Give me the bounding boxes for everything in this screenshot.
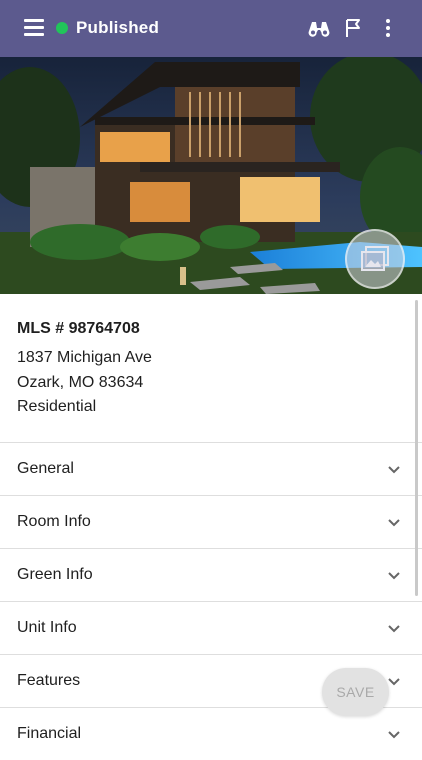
published-status-dot [56,22,68,34]
section-label: General [17,460,74,477]
chevron-down-icon [388,466,400,474]
property-type: Residential [17,398,97,415]
section-unit-info[interactable]: Unit Info [0,601,422,654]
save-button[interactable]: SAVE [322,668,389,716]
chevron-down-icon [388,572,400,580]
section-label: Green Info [17,566,93,583]
chevron-down-icon [388,519,400,527]
section-general[interactable]: General [0,442,422,495]
scrollbar[interactable] [415,300,418,596]
listing-summary: MLS # 98764708 1837 Michigan Ave Ozark, … [17,320,152,420]
chevron-down-icon [388,625,400,633]
binoculars-icon[interactable] [307,16,331,40]
gallery-button[interactable] [345,229,405,289]
chevron-down-icon [388,731,400,739]
more-vert-icon[interactable] [376,16,400,40]
section-label: Room Info [17,513,91,530]
city-state-zip: Ozark, MO 83634 [17,373,144,391]
menu-icon[interactable] [24,19,44,37]
section-room-info[interactable]: Room Info [0,495,422,548]
app-bar: Published [0,0,422,57]
status-label: Published [76,18,160,37]
street-address: 1837 Michigan Ave [17,349,152,366]
section-green-info[interactable]: Green Info [0,548,422,601]
section-label: Unit Info [17,619,77,636]
mls-number: MLS # 98764708 [17,320,140,337]
section-label: Financial [17,725,82,742]
flag-icon[interactable] [342,16,366,40]
section-label: Features [17,672,81,689]
gallery-icon [361,246,389,271]
